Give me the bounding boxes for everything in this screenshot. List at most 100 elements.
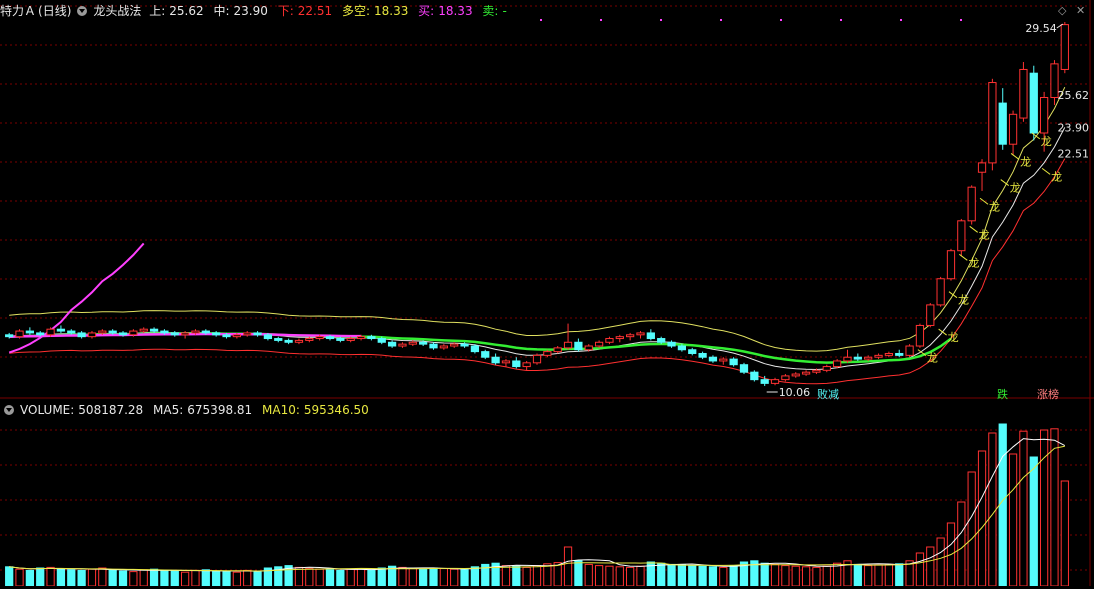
period-label[interactable]: (日线) xyxy=(38,4,71,18)
volume-bar xyxy=(77,569,86,587)
candle-body xyxy=(770,379,780,384)
candle-body xyxy=(1060,24,1069,70)
candle-body xyxy=(615,336,624,340)
candle-body xyxy=(419,341,428,345)
candle-body xyxy=(1040,96,1049,134)
duokong-label: 多空: xyxy=(341,4,370,18)
chevron-down-icon[interactable] xyxy=(77,6,88,16)
candle-body xyxy=(398,343,407,347)
candle-body xyxy=(222,334,231,338)
candle-body xyxy=(346,338,355,341)
volume-bar xyxy=(874,564,883,587)
lower-value: 22.51 xyxy=(297,4,333,18)
candle-body xyxy=(98,330,107,334)
long-marker: 龙 xyxy=(968,256,979,269)
upper-value: 25.62 xyxy=(169,4,204,18)
ma10-label: MA10: xyxy=(262,403,300,417)
candle-body xyxy=(729,358,738,366)
candle-body xyxy=(491,356,500,364)
volume-bar xyxy=(170,570,179,587)
close-icon[interactable]: ✕ xyxy=(1076,5,1085,17)
candle-body xyxy=(667,341,676,347)
candle-body xyxy=(522,362,531,368)
volume-bar xyxy=(191,569,200,587)
candle-body xyxy=(25,330,34,334)
buy-label: 买: xyxy=(418,4,435,18)
candle-body xyxy=(180,332,190,336)
candle-body xyxy=(160,330,169,334)
volume-bar xyxy=(574,560,583,587)
axis-lower-label: 22.51 xyxy=(1058,147,1090,160)
candle-body xyxy=(594,341,604,347)
volume-bar xyxy=(450,568,459,587)
candle-body xyxy=(367,336,376,340)
candle-body xyxy=(543,351,552,356)
volume-bar xyxy=(605,565,614,587)
volume-bar xyxy=(367,569,376,587)
diamond-icon[interactable]: ◇ xyxy=(1058,5,1066,17)
candle-body xyxy=(895,352,904,356)
candle-body xyxy=(67,330,76,334)
volume-bar xyxy=(470,566,480,587)
volume-bar xyxy=(760,562,769,587)
volume-bar xyxy=(501,565,511,587)
candle-body xyxy=(750,371,759,381)
volume-bar xyxy=(667,563,676,587)
volume-bar xyxy=(232,571,241,587)
volume-bar xyxy=(926,546,935,587)
candle-body xyxy=(108,330,117,334)
signal-die: 跌 xyxy=(997,387,1008,401)
volume-bar xyxy=(626,566,635,587)
duokong-dot xyxy=(720,19,722,21)
candle-body xyxy=(532,354,542,364)
volume-bar xyxy=(615,566,624,587)
buy-value: 18.33 xyxy=(438,4,473,18)
candle-body xyxy=(884,352,894,356)
stock-name[interactable]: 特力Ａ xyxy=(0,4,36,18)
candle-body xyxy=(584,345,593,351)
candle-body xyxy=(915,324,925,347)
long-marker: 龙 xyxy=(948,331,959,344)
candle-body xyxy=(274,338,283,341)
candle-body xyxy=(822,366,831,371)
volume-bar xyxy=(719,566,728,587)
price-header: 特力Ａ (日线) 龙头战法 上: 25.62 中: 23.90 下: 22.51 多空: 1… xyxy=(0,2,513,20)
candle-body xyxy=(470,345,480,353)
volume-bar xyxy=(729,565,738,587)
candle-body xyxy=(605,338,614,343)
mid-label: 中: xyxy=(213,4,230,18)
candle-body xyxy=(998,102,1007,145)
volume-value: 508187.28 xyxy=(78,403,144,417)
candle-body xyxy=(294,339,304,343)
candle-body xyxy=(377,338,386,343)
volume-bar xyxy=(781,565,790,587)
candle-body xyxy=(36,332,45,336)
volume-bar xyxy=(87,568,97,587)
long-marker-arrow xyxy=(1041,167,1051,175)
upper-band-line xyxy=(9,86,1066,352)
candle-body xyxy=(1029,72,1038,134)
ma5-label: MA5: xyxy=(153,403,184,417)
candle-body xyxy=(129,330,138,336)
volume-bar xyxy=(201,569,210,587)
long-marker: 龙 xyxy=(1041,135,1052,148)
candle-body xyxy=(325,336,335,340)
indicator-name[interactable]: 龙头战法 xyxy=(93,4,141,18)
candle-body xyxy=(408,341,417,345)
signal-bai: 败减 xyxy=(817,387,839,401)
volume-bar xyxy=(936,537,945,587)
candle-body xyxy=(232,334,241,338)
chevron-down-icon[interactable] xyxy=(4,405,14,415)
high-price-label: 29.54 xyxy=(1025,22,1057,35)
volume-bar xyxy=(356,568,366,587)
duokong-dot xyxy=(840,19,842,21)
candle-body xyxy=(1019,68,1028,119)
volume-bar xyxy=(25,569,34,587)
volume-bar xyxy=(677,564,687,587)
candle-body xyxy=(212,332,221,336)
volume-bar xyxy=(336,569,345,587)
chart-svg[interactable]: 29.5410.0625.6223.9022.51龙龙龙龙龙龙龙龙龙龙败减跌涨榜 xyxy=(0,0,1094,587)
candle-body xyxy=(708,356,718,362)
candle-body xyxy=(56,328,66,332)
candle-body xyxy=(149,328,159,332)
